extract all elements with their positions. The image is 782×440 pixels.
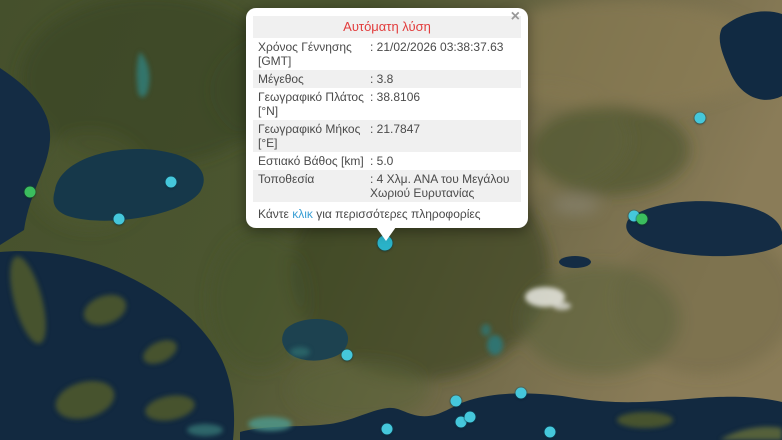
- info-row-value: : 38.8106: [370, 90, 516, 118]
- info-row-magnitude: Μέγεθος : 3.8: [253, 70, 521, 88]
- earthquake-marker[interactable]: [114, 214, 125, 225]
- earthquake-marker[interactable]: [451, 396, 462, 407]
- info-row-value: : 5.0: [370, 154, 516, 168]
- close-icon[interactable]: ×: [511, 9, 520, 25]
- earthquake-marker[interactable]: [516, 388, 527, 399]
- info-row-label: Γεωγραφικό Πλάτος [°N]: [258, 90, 370, 118]
- earthquake-marker[interactable]: [695, 113, 706, 124]
- info-row-latitude: Γεωγραφικό Πλάτος [°N] : 38.8106: [253, 88, 521, 120]
- info-row-value: : 4 Χλμ. ΑΝΑ του Μεγάλου Χωριού Ευρυτανί…: [370, 172, 516, 200]
- earthquake-marker[interactable]: [637, 214, 648, 225]
- info-row-origin-time: Χρόνος Γέννησης [GMT] : 21/02/2026 03:38…: [253, 38, 521, 70]
- info-row-value: : 3.8: [370, 72, 516, 86]
- info-row-location: Τοποθεσία : 4 Χλμ. ΑΝΑ του Μεγάλου Χωριο…: [253, 170, 521, 202]
- more-info-link[interactable]: κλικ: [292, 207, 313, 221]
- footer-text-suffix: για περισσότερες πληροφορίες: [313, 207, 481, 221]
- earthquake-info-popup: × Αυτόματη λύση Χρόνος Γέννησης [GMT] : …: [246, 8, 528, 228]
- earthquake-marker[interactable]: [25, 187, 36, 198]
- earthquake-marker[interactable]: [545, 427, 556, 438]
- info-row-label: Μέγεθος: [258, 72, 370, 86]
- footer-text-prefix: Κάντε: [258, 207, 292, 221]
- earthquake-marker[interactable]: [342, 350, 353, 361]
- info-row-depth: Εστιακό Βάθος [km] : 5.0: [253, 152, 521, 170]
- info-row-label: Εστιακό Βάθος [km]: [258, 154, 370, 168]
- info-row-label: Τοποθεσία: [258, 172, 370, 200]
- earthquake-marker[interactable]: [166, 177, 177, 188]
- popup-footer: Κάντε κλικ για περισσότερες πληροφορίες: [253, 202, 521, 224]
- earthquake-marker[interactable]: [382, 424, 393, 435]
- info-row-longitude: Γεωγραφικό Μήκος [°E] : 21.7847: [253, 120, 521, 152]
- info-row-label: Γεωγραφικό Μήκος [°E]: [258, 122, 370, 150]
- info-row-value: : 21.7847: [370, 122, 516, 150]
- info-row-label: Χρόνος Γέννησης [GMT]: [258, 40, 370, 68]
- info-row-value: : 21/02/2026 03:38:37.63: [370, 40, 516, 68]
- popup-title: Αυτόματη λύση: [253, 16, 521, 38]
- earthquake-marker[interactable]: [465, 412, 476, 423]
